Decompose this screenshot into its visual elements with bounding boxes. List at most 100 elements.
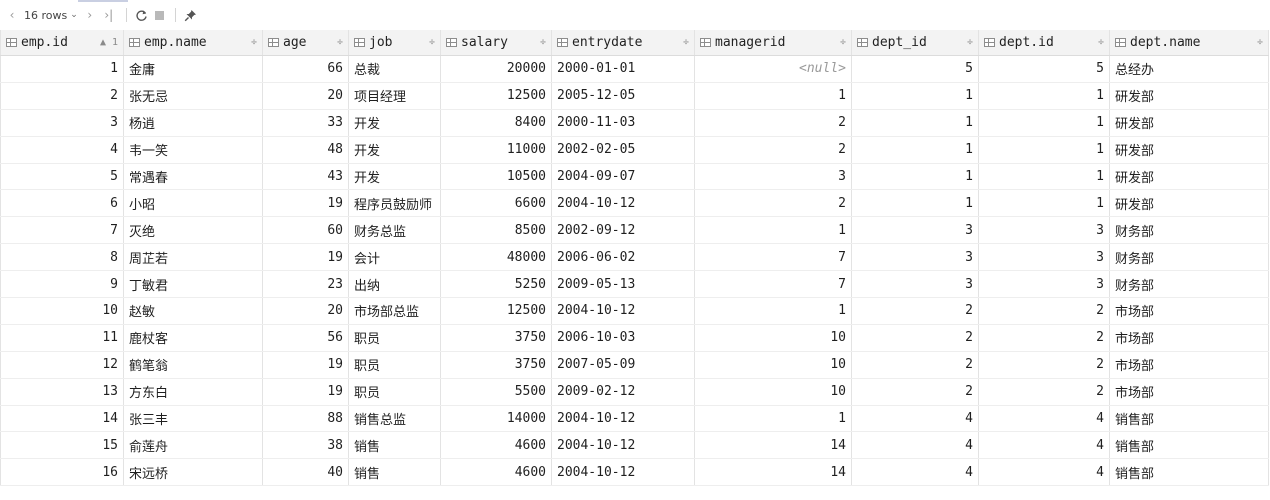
cell-dept-name[interactable]: 研发部 xyxy=(1109,163,1269,191)
cell-dept-id[interactable]: 2 xyxy=(851,324,979,352)
cell-salary[interactable]: 4600 xyxy=(440,458,552,487)
cell-dept-name[interactable]: 销售部 xyxy=(1109,405,1269,433)
cell-dept-dot-id[interactable]: 4 xyxy=(978,431,1110,460)
stop-icon[interactable] xyxy=(151,4,169,26)
cell-job[interactable]: 销售 xyxy=(348,458,441,487)
cell-job[interactable]: 销售总监 xyxy=(348,405,441,433)
cell-dept-id[interactable]: 1 xyxy=(851,109,979,137)
table-row[interactable]: 13 方东白 19 职员 5500 2009-02-12 10 2 2 市场部 xyxy=(0,378,1269,406)
cell-managerid[interactable]: 7 xyxy=(694,243,852,272)
sort-toggle-icon[interactable]: ÷ xyxy=(429,37,435,48)
sort-toggle-icon[interactable]: ÷ xyxy=(251,37,257,48)
cell-dept-id[interactable]: 5 xyxy=(851,55,979,83)
cell-dept-name[interactable]: 市场部 xyxy=(1109,297,1269,325)
cell-salary[interactable]: 14000 xyxy=(440,405,552,433)
cell-age[interactable]: 33 xyxy=(262,109,349,137)
cell-age[interactable]: 20 xyxy=(262,297,349,325)
cell-managerid[interactable]: 1 xyxy=(694,216,852,245)
cell-salary[interactable]: 4600 xyxy=(440,431,552,460)
cell-dept-name[interactable]: 销售部 xyxy=(1109,431,1269,460)
cell-emp-id[interactable]: 6 xyxy=(0,189,124,218)
cell-emp-id[interactable]: 2 xyxy=(0,82,124,110)
cell-dept-dot-id[interactable]: 3 xyxy=(978,216,1110,245)
sort-toggle-icon[interactable]: ÷ xyxy=(1098,37,1104,48)
table-row[interactable]: 3 杨逍 33 开发 8400 2000-11-03 2 1 1 研发部 xyxy=(0,109,1269,137)
cell-dept-dot-id[interactable]: 3 xyxy=(978,270,1110,299)
cell-entrydate[interactable]: 2006-10-03 xyxy=(551,324,695,352)
table-row[interactable]: 9 丁敏君 23 出纳 5250 2009-05-13 7 3 3 财务部 xyxy=(0,270,1269,299)
pin-icon[interactable] xyxy=(182,4,200,26)
cell-age[interactable]: 43 xyxy=(262,163,349,191)
cell-age[interactable]: 19 xyxy=(262,243,349,272)
cell-emp-name[interactable]: 小昭 xyxy=(123,189,263,218)
sort-toggle-icon[interactable]: ÷ xyxy=(1257,37,1263,48)
rows-count-dropdown[interactable]: 16 rows ⌄ xyxy=(20,4,82,26)
cell-entrydate[interactable]: 2004-10-12 xyxy=(551,297,695,325)
cell-managerid[interactable]: 14 xyxy=(694,458,852,487)
cell-entrydate[interactable]: 2006-06-02 xyxy=(551,243,695,272)
cell-dept-name[interactable]: 销售部 xyxy=(1109,458,1269,487)
cell-entrydate[interactable]: 2002-02-05 xyxy=(551,136,695,164)
cell-emp-name[interactable]: 韦一笑 xyxy=(123,136,263,164)
column-header-dept-dot-id[interactable]: dept.id ÷ xyxy=(978,30,1110,56)
cell-dept-dot-id[interactable]: 1 xyxy=(978,109,1110,137)
cell-emp-name[interactable]: 周芷若 xyxy=(123,243,263,272)
cell-salary[interactable]: 8500 xyxy=(440,216,552,245)
cell-dept-dot-id[interactable]: 5 xyxy=(978,55,1110,83)
cell-job[interactable]: 职员 xyxy=(348,324,441,352)
cell-managerid[interactable]: 2 xyxy=(694,109,852,137)
column-header-salary[interactable]: salary ÷ xyxy=(440,30,552,56)
cell-emp-id[interactable]: 9 xyxy=(0,270,124,299)
cell-age[interactable]: 88 xyxy=(262,405,349,433)
cell-job[interactable]: 开发 xyxy=(348,136,441,164)
cell-salary[interactable]: 3750 xyxy=(440,324,552,352)
cell-managerid[interactable]: 14 xyxy=(694,431,852,460)
column-header-emp-name[interactable]: emp.name ÷ xyxy=(123,30,263,56)
column-header-managerid[interactable]: managerid ÷ xyxy=(694,30,852,56)
cell-emp-name[interactable]: 宋远桥 xyxy=(123,458,263,487)
cell-emp-name[interactable]: 鹿杖客 xyxy=(123,324,263,352)
cell-emp-name[interactable]: 金庸 xyxy=(123,55,263,83)
cell-job[interactable]: 项目经理 xyxy=(348,82,441,110)
cell-job[interactable]: 职员 xyxy=(348,351,441,379)
column-header-entrydate[interactable]: entrydate ÷ xyxy=(551,30,695,56)
cell-job[interactable]: 市场部总监 xyxy=(348,297,441,325)
sort-toggle-icon[interactable]: ÷ xyxy=(540,37,546,48)
cell-dept-dot-id[interactable]: 2 xyxy=(978,351,1110,379)
cell-entrydate[interactable]: 2000-01-01 xyxy=(551,55,695,83)
column-header-dept-id[interactable]: dept_id ÷ xyxy=(851,30,979,56)
cell-entrydate[interactable]: 2005-12-05 xyxy=(551,82,695,110)
cell-dept-name[interactable]: 财务部 xyxy=(1109,243,1269,272)
cell-managerid[interactable]: 7 xyxy=(694,270,852,299)
cell-dept-id[interactable]: 3 xyxy=(851,216,979,245)
cell-dept-dot-id[interactable]: 4 xyxy=(978,405,1110,433)
cell-age[interactable]: 19 xyxy=(262,189,349,218)
cell-dept-id[interactable]: 1 xyxy=(851,189,979,218)
cell-dept-dot-id[interactable]: 2 xyxy=(978,324,1110,352)
column-header-age[interactable]: age ÷ xyxy=(262,30,349,56)
cell-entrydate[interactable]: 2009-02-12 xyxy=(551,378,695,406)
cell-dept-id[interactable]: 2 xyxy=(851,351,979,379)
cell-dept-id[interactable]: 3 xyxy=(851,243,979,272)
cell-managerid[interactable]: 1 xyxy=(694,405,852,433)
sort-toggle-icon[interactable]: ÷ xyxy=(337,37,343,48)
cell-job[interactable]: 开发 xyxy=(348,109,441,137)
cell-dept-id[interactable]: 4 xyxy=(851,458,979,487)
cell-emp-name[interactable]: 丁敏君 xyxy=(123,270,263,299)
cell-salary[interactable]: 12500 xyxy=(440,297,552,325)
cell-emp-id[interactable]: 4 xyxy=(0,136,124,164)
cell-salary[interactable]: 20000 xyxy=(440,55,552,83)
cell-emp-id[interactable]: 13 xyxy=(0,378,124,406)
cell-job[interactable]: 程序员鼓励师 xyxy=(348,189,441,218)
cell-dept-name[interactable]: 市场部 xyxy=(1109,378,1269,406)
cell-age[interactable]: 60 xyxy=(262,216,349,245)
cell-emp-id[interactable]: 8 xyxy=(0,243,124,272)
first-page-icon[interactable]: ‹ xyxy=(4,4,20,26)
cell-age[interactable]: 66 xyxy=(262,55,349,83)
cell-emp-id[interactable]: 12 xyxy=(0,351,124,379)
table-row[interactable]: 5 常遇春 43 开发 10500 2004-09-07 3 1 1 研发部 xyxy=(0,163,1269,191)
cell-entrydate[interactable]: 2004-10-12 xyxy=(551,431,695,460)
cell-age[interactable]: 20 xyxy=(262,82,349,110)
cell-emp-name[interactable]: 张三丰 xyxy=(123,405,263,433)
cell-dept-name[interactable]: 研发部 xyxy=(1109,189,1269,218)
